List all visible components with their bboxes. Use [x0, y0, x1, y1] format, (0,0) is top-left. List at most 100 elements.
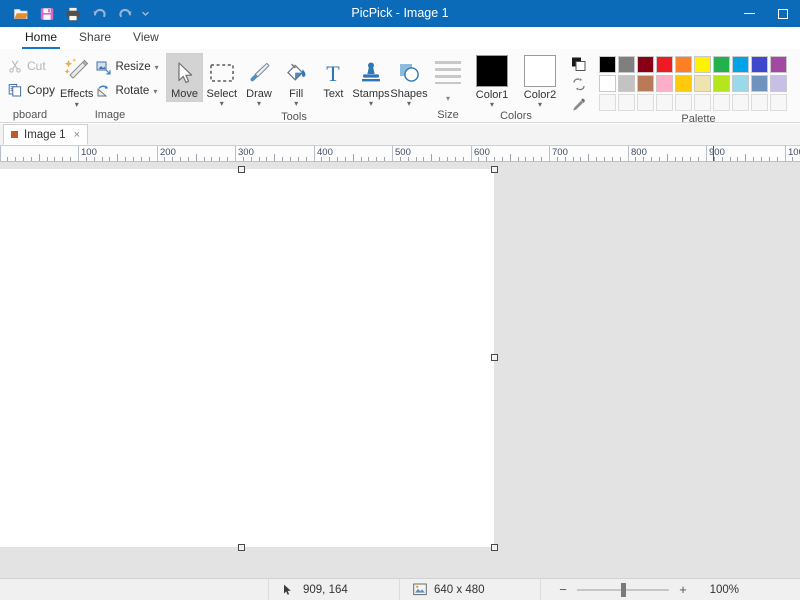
color2-button[interactable]: Color2 ▾	[519, 55, 561, 109]
palette-swatch[interactable]	[770, 75, 787, 92]
zoom-in-button[interactable]: +	[675, 582, 691, 597]
ruler-tick	[580, 157, 581, 161]
tool-shapes[interactable]: Shapes ▾	[390, 53, 428, 110]
palette-swatch[interactable]	[637, 56, 654, 73]
resize-handle-bottom-center	[238, 544, 245, 551]
customize-icon[interactable]	[138, 2, 152, 25]
chevron-down-icon[interactable]: ▾	[257, 100, 261, 108]
horizontal-ruler[interactable]: 100 200 300 400 500 600 700 800 900 100	[0, 146, 800, 162]
document-tab-image-1[interactable]: Image 1 ×	[3, 124, 88, 145]
zoom-slider-knob[interactable]	[621, 582, 626, 597]
tool-move[interactable]: Move	[166, 53, 204, 102]
palette-swatch[interactable]	[618, 75, 635, 92]
color1-swatch[interactable]	[476, 55, 508, 87]
color1-button[interactable]: Color1 ▾	[471, 55, 513, 109]
palette-swatch[interactable]	[637, 75, 654, 92]
ruler-label: 900	[709, 147, 725, 158]
palette-swatch[interactable]	[751, 75, 768, 92]
palette-grid	[591, 54, 787, 111]
tool-select[interactable]: Select ▾	[203, 53, 240, 110]
palette-swatch-empty[interactable]	[599, 94, 616, 111]
shapes-icon	[396, 58, 422, 88]
chevron-down-icon[interactable]: ▾	[153, 87, 157, 96]
ruler-tick	[690, 157, 691, 161]
palette-swatch[interactable]	[694, 56, 711, 73]
palette-swatch[interactable]	[694, 75, 711, 92]
zoom-slider[interactable]	[577, 582, 669, 597]
chevron-down-icon[interactable]: ▾	[407, 100, 411, 108]
tab-home[interactable]: Home	[14, 28, 68, 49]
palette-swatch[interactable]	[732, 75, 749, 92]
palette-swatch[interactable]	[599, 75, 616, 92]
palette-swatch[interactable]	[618, 56, 635, 73]
minimize-button[interactable]	[732, 0, 766, 27]
paint-bucket-icon	[283, 58, 309, 88]
ruler-tick	[345, 157, 346, 161]
palette-swatch-empty[interactable]	[675, 94, 692, 111]
redo-icon[interactable]	[112, 2, 138, 25]
image-canvas[interactable]	[0, 169, 494, 547]
chevron-down-icon[interactable]: ▾	[446, 94, 450, 103]
palette-swatch[interactable]	[599, 56, 616, 73]
palette-swatch-empty[interactable]	[751, 94, 768, 111]
palette-swatch-empty[interactable]	[770, 94, 787, 111]
cut-label: Cut	[27, 59, 46, 73]
stamp-icon	[358, 58, 384, 88]
size-picker[interactable]	[435, 61, 461, 84]
copy-button[interactable]: Copy	[4, 78, 59, 102]
palette-swatch-empty[interactable]	[656, 94, 673, 111]
effects-button[interactable]: Effects ▾	[60, 53, 93, 109]
save-icon[interactable]	[34, 2, 60, 25]
palette-swatch-empty[interactable]	[637, 94, 654, 111]
tab-view[interactable]: View	[122, 28, 170, 49]
swap-colors-icon[interactable]	[570, 76, 588, 92]
ruler-tick	[196, 154, 197, 161]
undo-icon[interactable]	[86, 2, 112, 25]
palette-swatch[interactable]	[656, 56, 673, 73]
palette-swatch[interactable]	[713, 56, 730, 73]
open-icon[interactable]	[8, 2, 34, 25]
tool-text[interactable]: T Text	[315, 53, 352, 102]
colors-group-label: Colors	[500, 110, 532, 122]
palette-swatch[interactable]	[713, 75, 730, 92]
palette-swatch-empty[interactable]	[732, 94, 749, 111]
chevron-down-icon[interactable]: ▾	[75, 101, 79, 109]
picpick-window: PicPick - Image 1 Home Share View Cut Co…	[0, 0, 800, 600]
ruler-tick	[47, 157, 48, 161]
palette-swatch[interactable]	[656, 75, 673, 92]
palette-swatch-empty[interactable]	[713, 94, 730, 111]
palette-swatch[interactable]	[675, 56, 692, 73]
close-icon[interactable]: ×	[72, 129, 80, 141]
tool-fill[interactable]: Fill ▾	[278, 53, 315, 110]
cut-button[interactable]: Cut	[4, 54, 50, 78]
print-icon[interactable]	[60, 2, 86, 25]
maximize-button[interactable]	[766, 0, 800, 27]
color-pair-icon[interactable]	[570, 56, 588, 72]
color2-swatch[interactable]	[524, 55, 556, 87]
chevron-down-icon[interactable]: ▾	[369, 100, 373, 108]
palette-swatch[interactable]	[675, 75, 692, 92]
palette-swatch-empty[interactable]	[694, 94, 711, 111]
ruler-tick	[447, 157, 448, 161]
palette-swatch-empty[interactable]	[618, 94, 635, 111]
chevron-down-icon[interactable]: ▾	[294, 100, 298, 108]
tool-stamps[interactable]: Stamps ▾	[352, 53, 390, 110]
zoom-out-button[interactable]: −	[555, 582, 571, 597]
eyedropper-icon[interactable]	[570, 96, 588, 112]
chevron-down-icon[interactable]: ▾	[490, 101, 494, 109]
chevron-down-icon[interactable]: ▾	[538, 101, 542, 109]
ruler-tick	[753, 157, 754, 161]
tab-share[interactable]: Share	[68, 28, 122, 49]
chevron-down-icon[interactable]: ▾	[155, 63, 159, 72]
palette-swatch[interactable]	[770, 56, 787, 73]
rotate-button[interactable]: Rotate ▾	[93, 81, 161, 101]
tool-draw[interactable]: Draw ▾	[240, 53, 277, 110]
canvas-workarea[interactable]	[0, 162, 800, 578]
chevron-down-icon[interactable]: ▾	[220, 100, 224, 108]
resize-button[interactable]: Resize ▾	[93, 57, 161, 77]
palette-swatch[interactable]	[751, 56, 768, 73]
palette-swatch[interactable]	[732, 56, 749, 73]
ruler-major-tick	[235, 146, 236, 161]
ruler-tick	[416, 157, 417, 161]
more-colors-button[interactable]: More ▾	[793, 54, 800, 108]
